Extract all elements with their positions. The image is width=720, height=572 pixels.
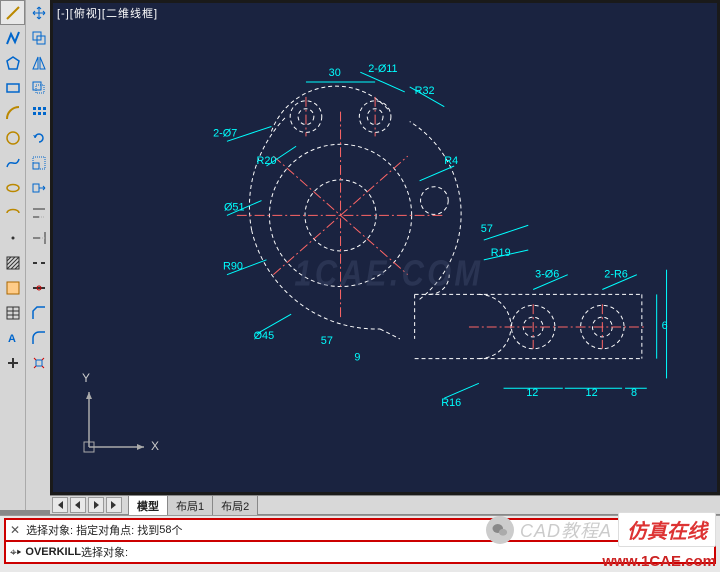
- tab-layout2[interactable]: 布局2: [212, 495, 258, 516]
- trim-icon[interactable]: [26, 200, 51, 225]
- command-history-line: ✕ 选择对象: 指定对角点: 找到 58 个: [4, 518, 716, 542]
- table-icon[interactable]: [0, 300, 25, 325]
- mirror-icon[interactable]: [26, 50, 51, 75]
- svg-text:3-Ø6: 3-Ø6: [535, 269, 559, 281]
- layout-tab-row: 模型 布局1 布局2: [50, 495, 720, 515]
- arc-icon[interactable]: [0, 100, 25, 125]
- array-icon[interactable]: [26, 100, 51, 125]
- svg-text:R19: R19: [491, 247, 511, 259]
- explode-icon[interactable]: [26, 350, 51, 375]
- mtext-icon[interactable]: A: [0, 325, 25, 350]
- tab-layout1[interactable]: 布局1: [167, 495, 213, 516]
- svg-text:6: 6: [662, 320, 668, 332]
- tab-nav-next-icon[interactable]: [88, 497, 104, 513]
- cmd-text-1b: 个: [172, 522, 183, 538]
- ellipse-arc-icon[interactable]: [0, 200, 25, 225]
- draw-modify-toolbars: A: [0, 0, 50, 510]
- ucs-y-label: Y: [82, 371, 90, 385]
- svg-text:57: 57: [481, 223, 493, 235]
- circle-icon[interactable]: [0, 125, 25, 150]
- chamfer-icon[interactable]: [26, 300, 51, 325]
- svg-text:12: 12: [586, 387, 598, 399]
- svg-text:57: 57: [321, 335, 333, 347]
- svg-text:2-Ø7: 2-Ø7: [213, 127, 237, 139]
- tab-nav-first-icon[interactable]: [52, 497, 68, 513]
- polygon-icon[interactable]: [0, 50, 25, 75]
- tab-model[interactable]: 模型: [128, 495, 168, 516]
- svg-text:2-R6: 2-R6: [604, 269, 628, 281]
- rectangle-icon[interactable]: [0, 75, 25, 100]
- spline-icon[interactable]: [0, 150, 25, 175]
- svg-text:R16: R16: [441, 397, 461, 409]
- svg-text:Ø45: Ø45: [254, 330, 275, 342]
- offset-icon[interactable]: [26, 75, 51, 100]
- point-icon[interactable]: [0, 225, 25, 250]
- move-icon[interactable]: [26, 0, 51, 25]
- rotate-icon[interactable]: [26, 125, 51, 150]
- svg-text:30: 30: [329, 67, 341, 79]
- ucs-x-label: X: [151, 439, 159, 453]
- command-input-line[interactable]: ⌖▸ OVERKILL 选择对象:: [4, 542, 716, 564]
- copy-icon[interactable]: [26, 25, 51, 50]
- svg-text:Ø51: Ø51: [224, 201, 245, 213]
- svg-text:2-Ø11: 2-Ø11: [368, 63, 397, 75]
- svg-text:R4: R4: [444, 155, 458, 167]
- hatch-icon[interactable]: [0, 250, 25, 275]
- cmd-name: OVERKILL: [25, 546, 81, 558]
- svg-text:R32: R32: [415, 85, 435, 97]
- extend-icon[interactable]: [26, 225, 51, 250]
- join-icon[interactable]: [26, 275, 51, 300]
- tab-nav-last-icon[interactable]: [106, 497, 122, 513]
- ucs-icon: X Y: [79, 377, 159, 460]
- svg-text:12: 12: [526, 387, 538, 399]
- tab-nav-prev-icon[interactable]: [70, 497, 86, 513]
- ellipse-icon[interactable]: [0, 175, 25, 200]
- polyline-icon[interactable]: [0, 25, 25, 50]
- stretch-icon[interactable]: [26, 175, 51, 200]
- svg-text:9: 9: [354, 352, 360, 364]
- svg-text:R90: R90: [223, 261, 243, 273]
- drawing-canvas[interactable]: [-][俯视][二维线框]: [50, 0, 720, 495]
- command-window: ✕ 选择对象: 指定对角点: 找到 58 个 ⌖▸ OVERKILL 选择对象:: [0, 515, 720, 572]
- line-icon[interactable]: [0, 0, 25, 25]
- add-icon[interactable]: [0, 350, 25, 375]
- svg-text:R20: R20: [257, 155, 277, 167]
- region-icon[interactable]: [0, 275, 25, 300]
- cmd-text-1a: 选择对象: 指定对角点: 找到: [26, 522, 159, 538]
- cmd-count: 58: [159, 524, 171, 536]
- svg-text:8: 8: [631, 387, 637, 399]
- draw-toolbar: A: [0, 0, 25, 510]
- svg-text:A: A: [8, 333, 16, 345]
- modify-toolbar: [25, 0, 50, 510]
- break-icon[interactable]: [26, 250, 51, 275]
- fillet-icon[interactable]: [26, 325, 51, 350]
- close-icon[interactable]: ✕: [10, 523, 20, 537]
- cmd-text-2: 选择对象:: [81, 544, 128, 560]
- scale-icon[interactable]: [26, 150, 51, 175]
- prompt-icon: ⌖▸: [10, 545, 21, 560]
